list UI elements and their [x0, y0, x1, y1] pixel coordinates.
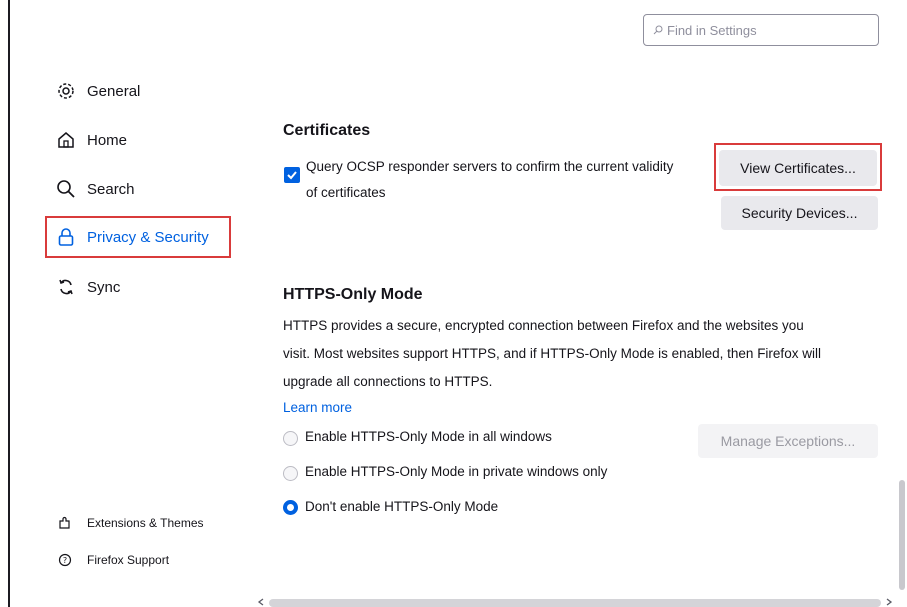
radio-https-all-windows[interactable]	[283, 431, 298, 446]
window-left-border	[8, 0, 10, 607]
radio-label: Enable HTTPS-Only Mode in all windows	[305, 429, 552, 444]
scroll-left-arrow-icon[interactable]	[257, 598, 265, 606]
ocsp-label-line2: of certificates	[306, 185, 386, 200]
sidebar-item-label: Sync	[87, 278, 121, 296]
find-in-settings-input[interactable]: Find in Settings	[643, 14, 879, 46]
home-icon	[55, 129, 77, 151]
https-only-description-line3: upgrade all connections to HTTPS.	[283, 374, 493, 389]
certificates-heading: Certificates	[283, 122, 371, 139]
https-only-description-line2: visit. Most websites support HTTPS, and …	[283, 346, 821, 361]
sidebar-footer-label: Extensions & Themes	[87, 516, 204, 530]
sidebar-item-search[interactable]: Search	[55, 178, 135, 200]
radio-https-private-only[interactable]	[283, 466, 298, 481]
radio-label: Don't enable HTTPS-Only Mode	[305, 499, 499, 514]
https-only-description-line1: HTTPS provides a secure, encrypted conne…	[283, 318, 804, 333]
radio-label: Enable HTTPS-Only Mode in private window…	[305, 464, 608, 479]
sidebar-item-home[interactable]: Home	[55, 129, 127, 151]
ocsp-label-line1: Query OCSP responder servers to confirm …	[306, 159, 674, 174]
scroll-right-arrow-icon[interactable]	[885, 598, 893, 606]
svg-text:?: ?	[63, 556, 67, 565]
sidebar-item-label: Home	[87, 131, 128, 149]
checkmark-icon	[287, 171, 297, 180]
sidebar-item-extensions-themes[interactable]: Extensions & Themes	[57, 515, 204, 531]
radio-https-disabled[interactable]	[283, 500, 298, 515]
search-icon	[55, 178, 77, 200]
privacy-highlight-box	[45, 216, 231, 258]
sidebar-item-general[interactable]: General	[55, 80, 140, 102]
manage-exceptions-button[interactable]: Manage Exceptions...	[698, 424, 878, 458]
help-icon: ?	[57, 552, 73, 568]
learn-more-link[interactable]: Learn more	[283, 400, 352, 415]
view-certificates-highlight-box	[714, 143, 882, 191]
sidebar-item-label: General	[87, 82, 141, 100]
https-only-heading: HTTPS-Only Mode	[283, 286, 423, 303]
sidebar-item-label: Search	[87, 180, 135, 198]
sidebar-item-sync[interactable]: Sync	[55, 276, 120, 298]
sidebar-item-firefox-support[interactable]: ? Firefox Support	[57, 552, 169, 568]
sidebar-footer-label: Firefox Support	[87, 553, 170, 567]
security-devices-button[interactable]: Security Devices...	[721, 196, 878, 230]
vertical-scrollbar-thumb[interactable]	[899, 480, 905, 590]
horizontal-scrollbar-thumb[interactable]	[269, 599, 881, 607]
search-icon	[653, 25, 663, 35]
gear-icon	[55, 80, 77, 102]
horizontal-scrollbar[interactable]	[255, 595, 895, 607]
sync-icon	[55, 276, 77, 298]
ocsp-checkbox[interactable]	[284, 167, 300, 183]
puzzle-icon	[57, 515, 73, 531]
search-placeholder: Find in Settings	[667, 22, 757, 38]
